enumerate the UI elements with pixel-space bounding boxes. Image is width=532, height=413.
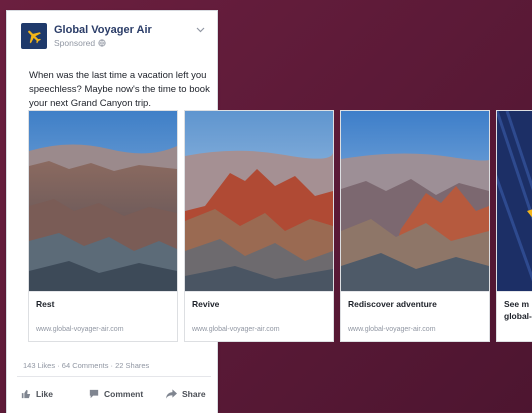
card-title[interactable]: Revive	[192, 299, 219, 309]
carousel-card[interactable]: Rediscover adventure www.global-voyager-…	[340, 110, 490, 342]
thumbs-up-icon	[21, 389, 31, 399]
like-button[interactable]: Like	[21, 389, 53, 399]
divider	[17, 376, 211, 377]
divider	[341, 291, 489, 292]
brand-logo[interactable]	[21, 23, 47, 49]
sponsored-text: Sponsored	[54, 38, 96, 48]
card-image-canyon[interactable]	[341, 111, 489, 291]
card-image-canyon[interactable]	[185, 111, 333, 291]
action-row: Like Comment Share	[21, 389, 211, 405]
carousel-card[interactable]: Rest www.global-voyager-air.com	[28, 110, 178, 342]
chevron-down-icon[interactable]	[196, 25, 205, 35]
airplane-icon	[28, 30, 41, 44]
card-title[interactable]: See m	[504, 299, 529, 309]
engagement-stats[interactable]: 143 Likes · 64 Comments · 22 Shares	[23, 361, 149, 370]
card-image-canyon[interactable]	[29, 111, 177, 291]
share-icon	[166, 389, 177, 399]
comment-button[interactable]: Comment	[89, 389, 143, 399]
post-header: Global Voyager Air Sponsored	[21, 23, 209, 53]
comment-label: Comment	[104, 389, 144, 399]
card-title[interactable]: Rest	[36, 299, 54, 309]
card-image-pattern[interactable]	[497, 111, 532, 291]
share-label: Share	[182, 389, 206, 399]
page-name[interactable]: Global Voyager Air	[54, 24, 152, 36]
card-url: www.global-voyager-air.com	[192, 326, 280, 333]
like-label: Like	[36, 389, 54, 399]
divider	[29, 291, 177, 292]
card-url: www.global-voyager-air.com	[36, 326, 124, 333]
divider	[497, 291, 532, 292]
carousel[interactable]: Rest www.global-voyager-air.com Revive w…	[28, 110, 532, 345]
carousel-card[interactable]: Revive www.global-voyager-air.com	[184, 110, 334, 342]
card-url: www.global-voyager-air.com	[348, 326, 436, 333]
divider	[185, 291, 333, 292]
post-text: When was the last time a vacation left y…	[29, 70, 210, 109]
comment-icon	[89, 389, 99, 399]
sponsored-label: Sponsored	[54, 38, 106, 48]
card-title-cont[interactable]: global-	[504, 311, 532, 321]
see-more-card[interactable]: See m global-	[496, 110, 532, 342]
globe-icon	[98, 39, 106, 47]
share-button[interactable]: Share	[166, 389, 206, 399]
card-title[interactable]: Rediscover adventure	[348, 299, 437, 309]
